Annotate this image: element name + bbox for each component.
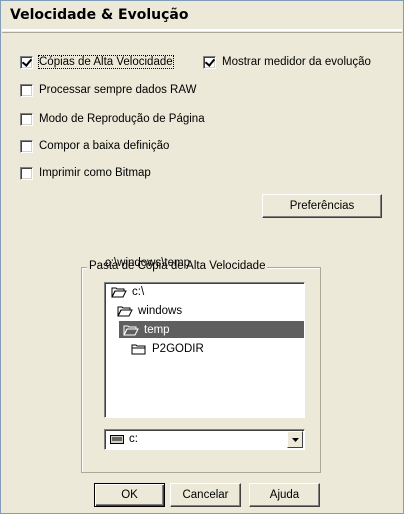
drive-select[interactable]: c: xyxy=(104,429,305,450)
option-fast-copies[interactable]: Cópias de Alta Velocidade xyxy=(20,54,174,70)
tree-item-label: temp xyxy=(144,323,170,336)
open-folder-icon xyxy=(111,286,127,298)
page-mode-label: Modo de Reprodução de Página xyxy=(39,113,205,125)
dialog-title-bar[interactable]: Velocidade & Evolução xyxy=(2,3,402,31)
low-res-label: Compor a baixa definição xyxy=(39,140,170,152)
drive-icon xyxy=(110,435,124,444)
speed-progress-dialog: Velocidade & Evolução Cópias de Alta Vel… xyxy=(0,0,404,514)
option-bitmap[interactable]: Imprimir como Bitmap xyxy=(20,165,151,181)
page-mode-checkbox[interactable] xyxy=(20,112,33,126)
help-button[interactable]: Ajuda xyxy=(249,483,320,507)
folder-icon xyxy=(131,343,147,355)
drive-selected-value: c: xyxy=(129,433,138,445)
tree-item-c-root[interactable]: c:\ xyxy=(111,283,144,300)
raw-checkbox[interactable] xyxy=(20,83,33,97)
current-path: c:\windows\temp xyxy=(105,257,191,269)
open-folder-icon xyxy=(117,305,133,317)
ok-button[interactable]: OK xyxy=(94,483,165,507)
tree-item-label: c:\ xyxy=(132,285,145,298)
open-folder-icon xyxy=(123,324,139,336)
show-progress-label: Mostrar medidor da evolução xyxy=(222,56,371,68)
low-res-checkbox[interactable] xyxy=(20,139,33,153)
option-show-progress[interactable]: Mostrar medidor da evolução xyxy=(203,54,371,70)
show-progress-checkbox[interactable] xyxy=(203,55,216,69)
title-divider xyxy=(2,32,402,33)
fast-copies-checkbox[interactable] xyxy=(20,55,33,69)
tree-item-windows[interactable]: windows xyxy=(117,302,182,319)
preferences-button[interactable]: Preferências xyxy=(262,194,382,218)
folder-tree[interactable]: c:\ windows temp P2GODIR xyxy=(104,282,305,418)
bitmap-checkbox[interactable] xyxy=(20,166,33,180)
chevron-down-icon xyxy=(291,437,299,442)
option-low-res[interactable]: Compor a baixa definição xyxy=(20,138,169,154)
drive-dropdown-button[interactable] xyxy=(287,431,303,448)
tree-item-p2godir[interactable]: P2GODIR xyxy=(131,340,204,357)
dialog-title: Velocidade & Evolução xyxy=(10,7,189,23)
fast-copies-label: Cópias de Alta Velocidade xyxy=(38,55,174,69)
tree-item-temp[interactable]: temp xyxy=(119,321,304,338)
bitmap-label: Imprimir como Bitmap xyxy=(39,167,151,179)
tree-item-label: windows xyxy=(138,304,183,317)
tree-item-label: P2GODIR xyxy=(152,342,204,355)
option-raw[interactable]: Processar sempre dados RAW xyxy=(20,82,196,98)
option-page-mode[interactable]: Modo de Reprodução de Página xyxy=(20,111,205,127)
raw-label: Processar sempre dados RAW xyxy=(39,84,197,96)
cancel-button[interactable]: Cancelar xyxy=(170,483,241,507)
